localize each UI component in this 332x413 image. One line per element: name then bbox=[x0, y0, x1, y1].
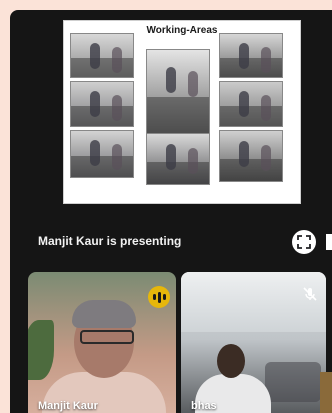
slide-photo bbox=[219, 33, 283, 78]
next-tile-edge bbox=[320, 372, 332, 413]
slide-photo bbox=[70, 33, 134, 78]
fullscreen-icon bbox=[297, 235, 311, 249]
participant-video bbox=[181, 272, 326, 332]
slide-photo bbox=[219, 81, 283, 127]
slide-photo bbox=[70, 81, 134, 127]
participant-video bbox=[80, 330, 134, 344]
participant-video bbox=[265, 362, 321, 402]
participant-name: Manjit Kaur bbox=[38, 400, 98, 412]
presentation-slide: Working-Areas bbox=[63, 20, 301, 204]
slide-photo bbox=[70, 130, 134, 178]
fullscreen-button[interactable] bbox=[292, 230, 316, 254]
edge-control bbox=[326, 234, 332, 250]
background-plant bbox=[28, 320, 54, 380]
participant-name: bhas bbox=[191, 400, 217, 412]
presenting-label: Manjit Kaur is presenting bbox=[38, 234, 182, 248]
participant-tile[interactable]: bhas bbox=[181, 272, 326, 413]
participant-video bbox=[217, 344, 245, 378]
participant-tile[interactable]: Manjit Kaur bbox=[28, 272, 176, 413]
slide-photo bbox=[146, 49, 210, 136]
slide-photo bbox=[219, 130, 283, 182]
participant-video bbox=[72, 300, 136, 328]
audio-level-icon bbox=[148, 286, 170, 308]
meeting-stage: Working-Areas Manjit Kaur is presenting … bbox=[10, 10, 332, 413]
mic-off-icon bbox=[303, 287, 317, 301]
slide-photo bbox=[146, 133, 210, 185]
